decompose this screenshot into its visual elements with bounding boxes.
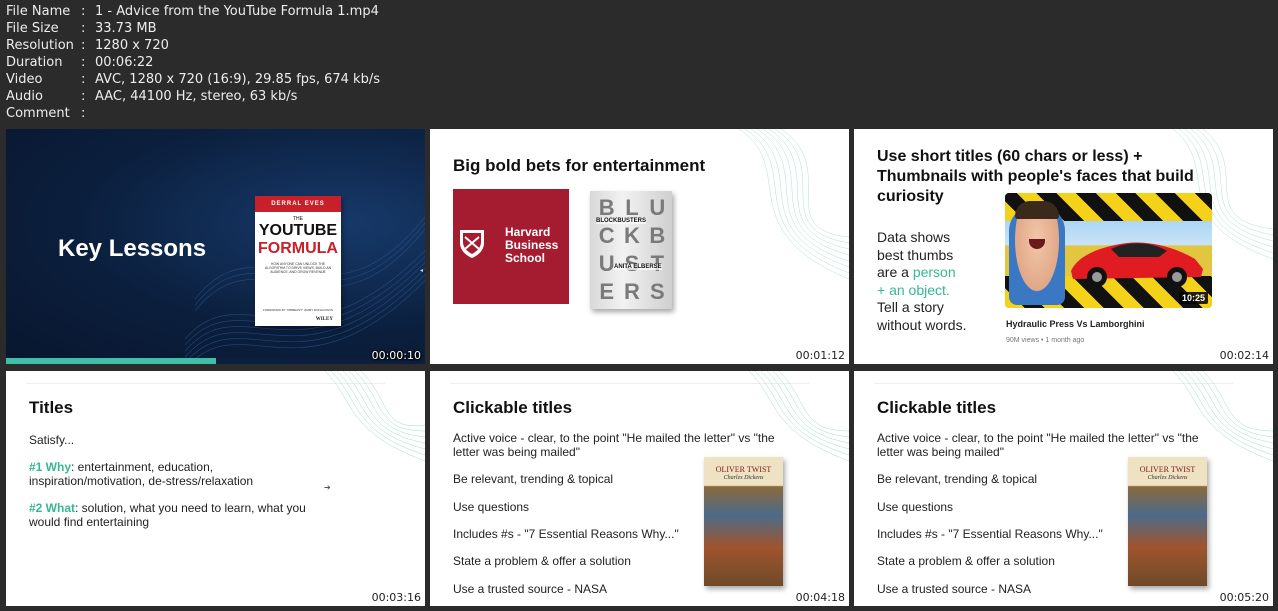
book-title: OLIVER TWIST xyxy=(1139,465,1196,474)
progress-bar-fill xyxy=(6,358,216,364)
tip-item: Use questions xyxy=(877,500,954,514)
timestamp: 00:04:18 xyxy=(795,591,845,604)
book-publisher: WILEY xyxy=(315,317,333,322)
wave-pattern xyxy=(738,129,849,280)
tip-item: Includes #s - "7 Essential Reasons Why..… xyxy=(453,527,679,541)
tip-item: State a problem & offer a solution xyxy=(453,554,631,568)
thumbnail-2[interactable]: Big bold bets for entertainment Harvard … xyxy=(430,129,849,364)
timestamp: 00:02:14 xyxy=(1219,349,1269,362)
thumbnail-4[interactable]: Titles Satisfy... #1 Why: entertainment,… xyxy=(6,371,425,606)
tip-item: Use questions xyxy=(453,500,530,514)
slide-title: Clickable titles xyxy=(877,398,997,417)
blockbusters-letter: B xyxy=(649,223,666,248)
blockbusters-letter: R xyxy=(624,279,640,304)
thumbnail-5[interactable]: Clickable titles Active voice - clear, t… xyxy=(430,371,849,606)
blockbusters-author: ANITA ELBERSE xyxy=(614,264,662,270)
tip-item: Use a trusted source - NASA xyxy=(453,582,608,596)
timestamp: 00:00:10 xyxy=(371,349,421,362)
thumbnail-3[interactable]: Use short titles (60 chars or less) + Th… xyxy=(854,129,1273,364)
person-face xyxy=(1009,205,1065,305)
book-title: OLIVER TWIST xyxy=(715,465,772,474)
book-subtitle: HOW ANYONE CAN UNLOCK THE ALGORITHM TO D… xyxy=(264,262,332,274)
book-author: Charles Dickens xyxy=(723,475,764,481)
youtube-formula-book: DERRAL EVES THE YOUTUBE FORMULA HOW ANYO… xyxy=(255,196,341,326)
thumbnail-6[interactable]: Clickable titles Active voice - clear, t… xyxy=(854,371,1273,606)
thumbnail-grid: Key Lessons DERRAL EVES THE YOUTUBE FORM… xyxy=(0,0,1278,611)
blockbusters-book: BLUCKBUSTERS BLOCKBUSTERS ANITA ELBERSE xyxy=(590,191,672,309)
blockbusters-letter: S xyxy=(649,279,665,304)
oliver-twist-book: OLIVER TWIST Charles Dickens xyxy=(1128,457,1207,586)
video-duration: 10:25 xyxy=(1178,292,1208,304)
timestamp: 00:05:20 xyxy=(1219,591,1269,604)
tip-item: State a problem & offer a solution xyxy=(877,554,1055,568)
blockbusters-letter: C xyxy=(598,223,615,248)
blockbusters-letters: BLUCKBUSTERS xyxy=(594,195,670,305)
video-title[interactable]: Hydraulic Press Vs Lamborghini xyxy=(1006,319,1145,329)
video-thumbnail[interactable]: 10:25 xyxy=(1005,193,1212,308)
slide-title: Key Lessons xyxy=(58,235,207,262)
play-cursor-icon: ◂ xyxy=(420,267,424,274)
tip-item: Active voice - clear, to the point "He m… xyxy=(453,431,775,459)
wave-pattern xyxy=(324,371,425,462)
blockbusters-letter: E xyxy=(599,279,614,304)
blockbusters-title: BLOCKBUSTERS xyxy=(596,218,647,224)
book-foreword: FOREWORD BY "MRBEAST" JIMMY DONALDSON xyxy=(262,308,334,312)
data-shows-text: Data shows best thumbs are a person + an… xyxy=(877,229,967,333)
book-title-1: YOUTUBE xyxy=(258,222,338,239)
tip-item: Be relevant, trending & topical xyxy=(877,472,1038,486)
slide-title: Big bold bets for entertainment xyxy=(453,156,706,175)
what-text: #2 What: solution, what you need to lear… xyxy=(29,501,306,529)
oliver-twist-book: OLIVER TWIST Charles Dickens xyxy=(704,457,783,586)
blockbusters-letter: U xyxy=(649,195,666,220)
blockbusters-letter: K xyxy=(624,223,640,248)
timestamp: 00:01:12 xyxy=(795,349,845,362)
tip-item: Active voice - clear, to the point "He m… xyxy=(877,431,1199,459)
person-hair xyxy=(1015,201,1059,219)
progress-bar-track xyxy=(6,358,425,364)
slide-title: Clickable titles xyxy=(453,398,573,417)
tip-item: Includes #s - "7 Essential Reasons Why..… xyxy=(877,527,1103,541)
red-car-icon xyxy=(1071,242,1203,287)
book-title-2: FORMULA xyxy=(258,240,338,257)
book-author-bar: DERRAL EVES xyxy=(255,196,341,212)
why-text: #1 Why: entertainment, education, inspir… xyxy=(29,460,254,488)
tip-item: Use a trusted source - NASA xyxy=(877,582,1032,596)
satisfy-text: Satisfy... xyxy=(29,433,75,447)
hbs-logo: Harvard Business School xyxy=(453,189,569,304)
timestamp: 00:03:16 xyxy=(371,591,421,604)
hbs-line-3: School xyxy=(505,251,546,265)
book-author: Charles Dickens xyxy=(1147,475,1188,481)
shield-icon xyxy=(460,230,484,258)
thumbnail-1[interactable]: Key Lessons DERRAL EVES THE YOUTUBE FORM… xyxy=(6,129,425,364)
slide-title: Titles xyxy=(29,398,74,417)
video-meta: 90M views • 1 month ago xyxy=(1006,337,1085,344)
cursor-arrow-icon: ➔ xyxy=(324,483,331,492)
tip-item: Be relevant, trending & topical xyxy=(453,472,614,486)
